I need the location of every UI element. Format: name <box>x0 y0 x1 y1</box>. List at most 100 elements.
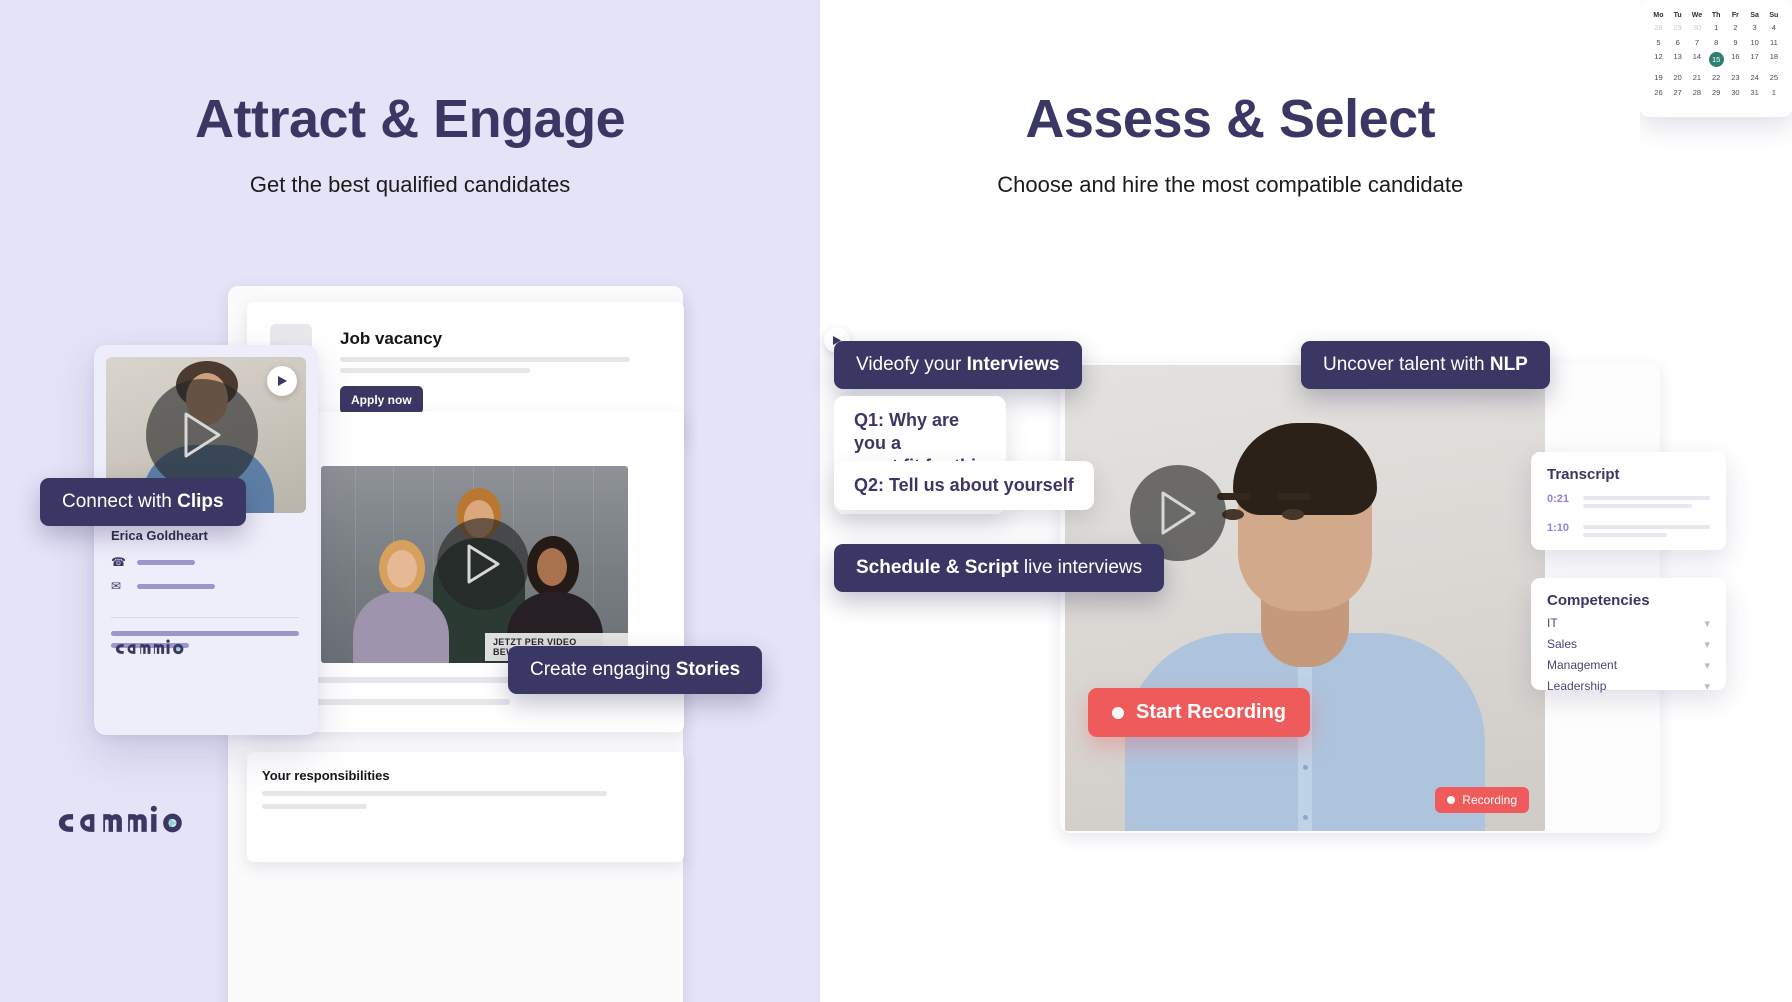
badge-emphasis: Interviews <box>966 354 1060 375</box>
calendar-day[interactable]: 29 <box>1669 21 1687 35</box>
cammio-logo <box>50 805 192 846</box>
calendar-day[interactable]: 25 <box>1765 71 1783 85</box>
interview-video[interactable]: Recording <box>1065 365 1545 831</box>
apply-now-button[interactable]: Apply now <box>340 386 423 414</box>
calendar-day[interactable]: 24 <box>1746 71 1764 85</box>
calendar-day[interactable]: 18 <box>1765 50 1783 70</box>
competency-row-sales[interactable]: Sales ▾ <box>1547 637 1710 651</box>
cammio-logo-small <box>111 639 189 664</box>
record-dot-icon <box>1112 706 1124 719</box>
candidate-clip-card: Erica Goldheart ☎ ✉ <box>94 345 318 735</box>
job-vacancy-title: Job vacancy <box>340 329 443 348</box>
chevron-down-icon[interactable]: ▾ <box>1704 680 1710 693</box>
badge-emphasis: Stories <box>675 659 741 680</box>
calendar-day[interactable]: 27 <box>1669 86 1687 100</box>
calendar-day[interactable]: 1 <box>1707 21 1725 35</box>
calendar-weekday: Mo <box>1653 12 1664 19</box>
calendar-day[interactable]: 23 <box>1726 71 1744 85</box>
calendar-day[interactable]: 26 <box>1649 86 1667 100</box>
right-subline: Choose and hire the most compatible cand… <box>997 172 1464 197</box>
calendar-day[interactable]: 14 <box>1688 50 1706 70</box>
calendar-day-selected[interactable]: 15 <box>1707 50 1725 70</box>
calendar-weekday: Sa <box>1750 12 1759 19</box>
calendar-weekday-row: Mo Tu We Th Fr Sa Su <box>1649 10 1783 21</box>
calendar-day[interactable]: 29 <box>1707 86 1725 100</box>
calendar-day[interactable]: 3 <box>1746 21 1764 35</box>
play-small-icon[interactable] <box>267 366 297 396</box>
placeholder-line <box>137 583 215 589</box>
badge-uncover-talent-nlp: Uncover talent with NLP <box>1301 341 1550 389</box>
badge-emphasis: Schedule & Script <box>856 557 1019 578</box>
transcript-text-placeholder <box>1583 522 1710 541</box>
calendar-day[interactable]: 9 <box>1726 36 1744 50</box>
competency-label: Sales <box>1547 637 1578 651</box>
competency-row-leadership[interactable]: Leadership ▾ <box>1547 679 1710 693</box>
badge-prefix: Uncover talent with <box>1323 354 1490 375</box>
right-headline: Assess & Select <box>1025 89 1436 149</box>
panel-attract-engage: Attract & Engage Get the best qualified … <box>0 0 821 1002</box>
transcript-entry[interactable]: 0:21 <box>1547 493 1710 512</box>
calendar-day[interactable]: 20 <box>1669 71 1687 85</box>
placeholder-line <box>340 368 530 373</box>
recording-label: Recording <box>1462 793 1517 807</box>
calendar-day[interactable]: 22 <box>1707 71 1725 85</box>
interview-calendar[interactable]: Mo Tu We Th Fr Sa Su 28 29 30 1 2 3 4 5 6 7 8 9 10 11 12 13 14… <box>1640 0 1792 117</box>
calendar-day[interactable]: 11 <box>1765 36 1783 50</box>
calendar-day[interactable]: 28 <box>1688 86 1706 100</box>
transcript-entry[interactable]: 1:10 <box>1547 522 1710 541</box>
chevron-down-icon[interactable]: ▾ <box>1704 617 1710 630</box>
calendar-day-grid[interactable]: 28 29 30 1 2 3 4 5 6 7 8 9 10 11 12 13 14 15 16 17 18 19 20 21 2… <box>1649 21 1783 99</box>
calendar-day[interactable]: 21 <box>1688 71 1706 85</box>
start-recording-label: Start Recording <box>1136 701 1287 723</box>
badge-emphasis: NLP <box>1489 354 1528 375</box>
calendar-day[interactable]: 30 <box>1726 86 1744 100</box>
phone-icon: ☎ <box>111 555 126 569</box>
calendar-weekday: We <box>1691 12 1703 19</box>
left-headline: Attract & Engage <box>195 89 626 149</box>
competencies-title: Competencies <box>1547 592 1650 609</box>
chevron-down-icon[interactable]: ▾ <box>1704 638 1710 651</box>
play-button-overlay[interactable] <box>146 379 258 491</box>
calendar-day[interactable]: 30 <box>1688 21 1706 35</box>
candidate-name: Erica Goldheart <box>111 528 208 543</box>
competency-row-it[interactable]: IT ▾ <box>1547 616 1710 630</box>
calendar-day[interactable]: 19 <box>1649 71 1667 85</box>
divider <box>111 617 299 618</box>
badge-connect-with-clips: Connect with Clips <box>40 478 246 526</box>
calendar-day[interactable]: 7 <box>1688 36 1706 50</box>
transcript-title: Transcript <box>1547 466 1620 483</box>
calendar-weekday: Tu <box>1673 12 1682 19</box>
badge-videofy-interviews: Videofy your Interviews <box>834 341 1082 389</box>
competency-label: IT <box>1547 616 1558 630</box>
calendar-day[interactable]: 1 <box>1765 86 1783 100</box>
placeholder-line <box>262 804 367 809</box>
calendar-day[interactable]: 13 <box>1669 50 1687 70</box>
start-recording-button[interactable]: Start Recording <box>1088 688 1311 737</box>
candidate-hair <box>1233 423 1377 515</box>
calendar-day[interactable]: 31 <box>1746 86 1764 100</box>
recording-status-badge: Recording <box>1435 787 1529 813</box>
competency-label: Leadership <box>1547 679 1607 693</box>
play-button-overlay[interactable] <box>437 518 529 610</box>
placeholder-line <box>262 791 607 796</box>
calendar-day[interactable]: 8 <box>1707 36 1725 50</box>
chevron-down-icon[interactable]: ▾ <box>1704 659 1710 672</box>
calendar-day[interactable]: 5 <box>1649 36 1667 50</box>
calendar-day[interactable]: 17 <box>1746 50 1764 70</box>
transcript-panel: Transcript 0:21 1:10 <box>1531 452 1726 550</box>
left-subline: Get the best qualified candidates <box>249 172 571 197</box>
candidate-phone-row: ☎ <box>111 555 195 569</box>
calendar-day[interactable]: 6 <box>1669 36 1687 50</box>
calendar-day[interactable]: 28 <box>1649 21 1667 35</box>
competency-row-management[interactable]: Management ▾ <box>1547 658 1710 672</box>
transcript-timestamp: 1:10 <box>1547 522 1570 534</box>
calendar-day[interactable]: 4 <box>1765 21 1783 35</box>
story-video-thumbnail[interactable]: JETZT PER VIDEO BEWERBEN <box>321 466 628 663</box>
calendar-day[interactable]: 16 <box>1726 50 1744 70</box>
placeholder-line <box>137 559 195 565</box>
responsibilities-title: Your responsibilities <box>262 768 390 783</box>
calendar-day[interactable]: 2 <box>1726 21 1744 35</box>
calendar-selected-marker: 15 <box>1708 52 1724 67</box>
calendar-day[interactable]: 12 <box>1649 50 1667 70</box>
calendar-day[interactable]: 10 <box>1746 36 1764 50</box>
